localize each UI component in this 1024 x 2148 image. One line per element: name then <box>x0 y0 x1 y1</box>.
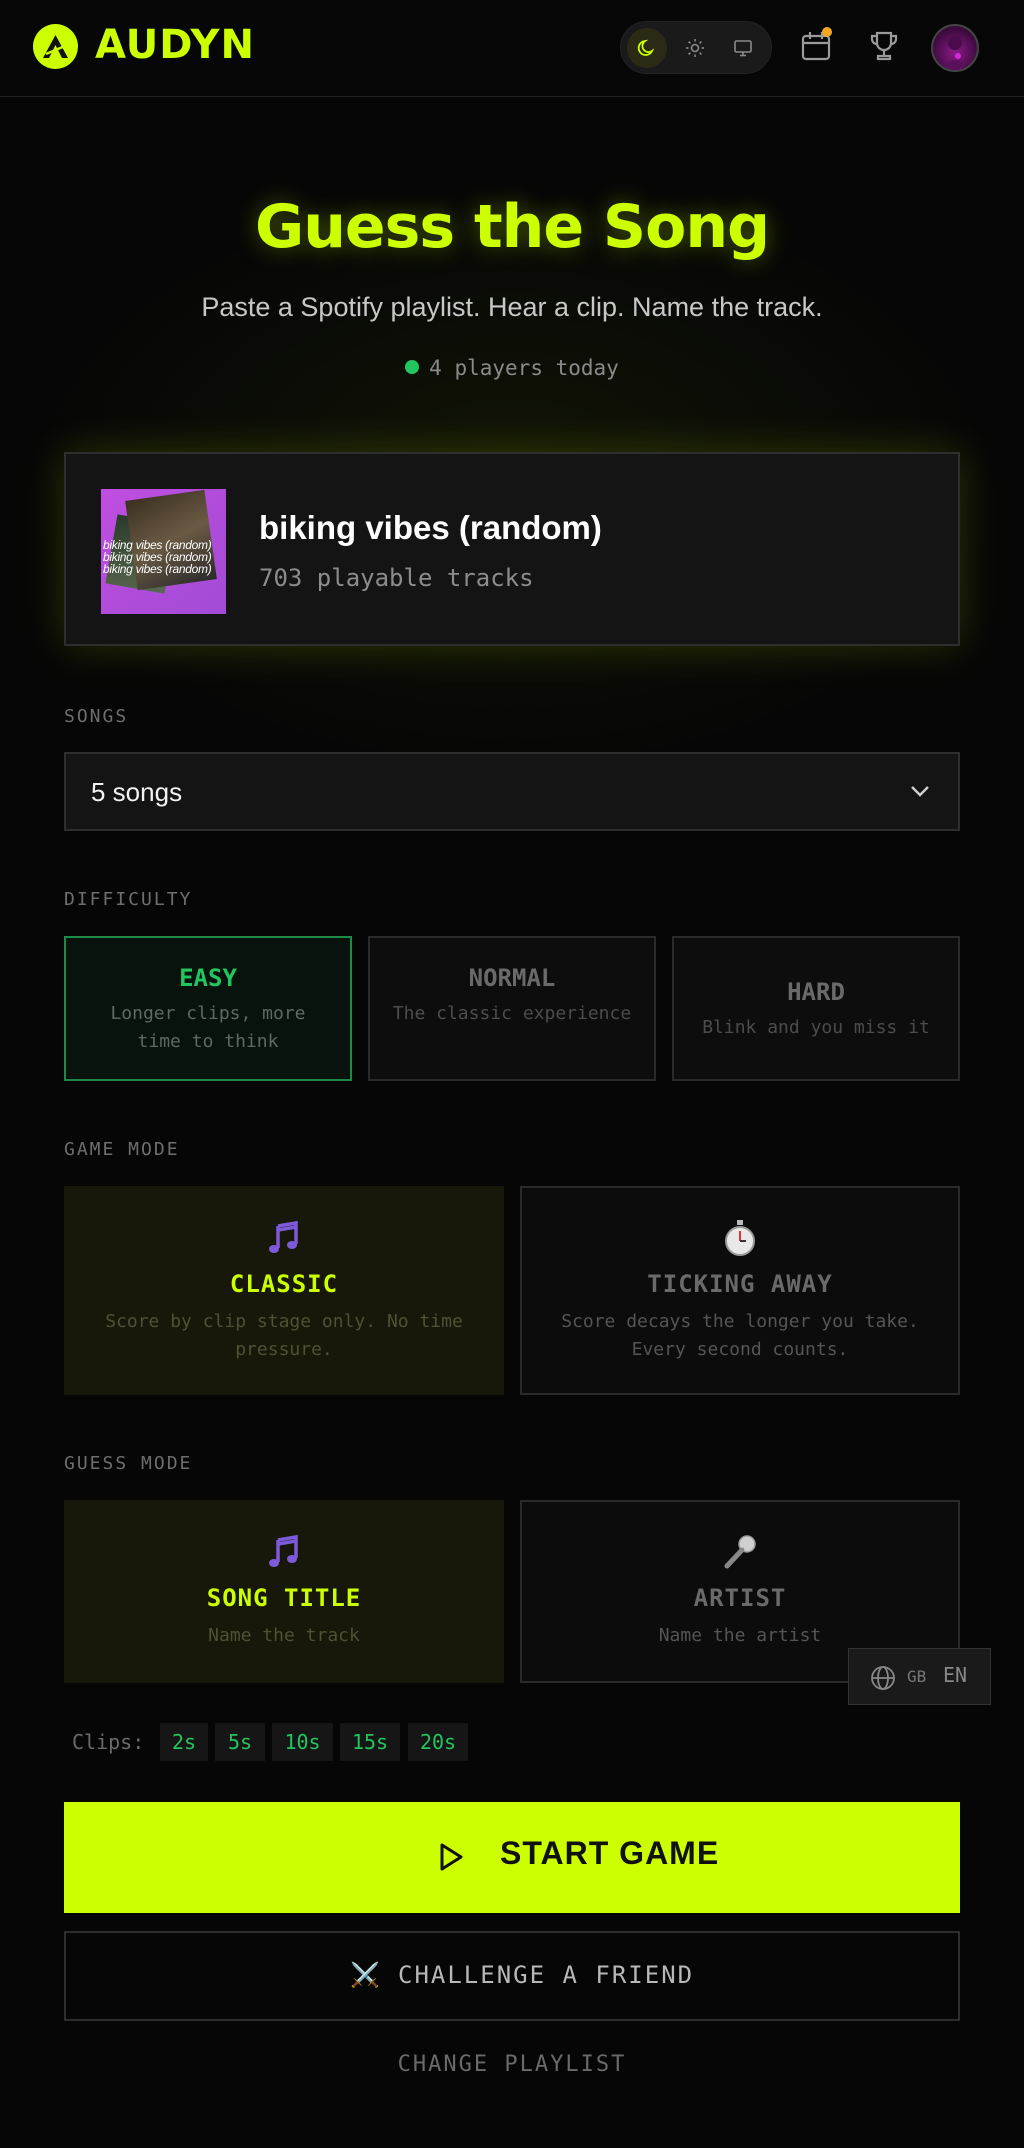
music-note-icon <box>266 1534 302 1570</box>
songs-select-value: 5 songs <box>91 777 183 807</box>
chevron-down-icon <box>911 786 929 797</box>
difficulty-title: NORMAL <box>468 964 556 992</box>
dark-mode-icon[interactable] <box>627 28 667 68</box>
app-name[interactable]: AUDYN <box>95 22 255 68</box>
trophy-icon[interactable] <box>866 28 902 64</box>
logo-icon[interactable] <box>33 24 78 69</box>
clips-label: Clips: <box>72 1730 145 1754</box>
guess-mode-title: SONG TITLE <box>206 1584 362 1612</box>
playlist-card: biking vibes (random) biking vibes (rand… <box>64 452 960 646</box>
calendar-icon[interactable] <box>798 27 834 64</box>
language-flag: GB <box>907 1667 927 1686</box>
page-title: Guess the Song <box>254 192 770 262</box>
game-mode-label: GAME MODE <box>64 1139 180 1160</box>
game-mode-title: TICKING AWAY <box>647 1270 833 1298</box>
guess-mode-label: GUESS MODE <box>64 1453 193 1474</box>
game-mode-ticking-away[interactable]: TICKING AWAY Score decays the longer you… <box>520 1186 960 1395</box>
microphone-icon <box>724 1535 756 1569</box>
start-game-button[interactable]: START GAME <box>64 1802 960 1913</box>
online-status-dot <box>405 360 420 374</box>
page-subtitle: Paste a Spotify playlist. Hear a clip. N… <box>201 292 823 322</box>
difficulty-label: DIFFICULTY <box>64 889 193 910</box>
language-switcher[interactable]: GB EN <box>848 1648 991 1705</box>
challenge-friend-label: CHALLENGE A FRIEND <box>398 1961 695 1989</box>
playlist-track-count: 703 playable tracks <box>259 564 534 592</box>
game-mode-desc: Score decays the longer you take. Every … <box>561 1311 919 1360</box>
playlist-name: biking vibes (random) <box>259 509 602 546</box>
crossed-swords-icon: ⚔️ <box>350 1962 380 1989</box>
music-note-icon <box>266 1220 302 1256</box>
difficulty-normal[interactable]: NORMAL The classic experience <box>368 936 656 1081</box>
difficulty-easy[interactable]: EASY Longer clips, more time to think <box>64 936 352 1081</box>
difficulty-hard[interactable]: HARD Blink and you miss it <box>672 936 960 1081</box>
clip-length-chip: 5s <box>215 1723 265 1761</box>
clip-length-chip: 20s <box>408 1723 468 1761</box>
difficulty-title: HARD <box>787 978 845 1006</box>
guess-mode-desc: Name the track <box>208 1625 360 1646</box>
guess-mode-song-title[interactable]: SONG TITLE Name the track <box>64 1500 504 1683</box>
language-label: EN <box>943 1663 968 1687</box>
play-icon <box>440 1843 463 1871</box>
game-mode-classic[interactable]: CLASSIC Score by clip stage only. No tim… <box>64 1186 504 1395</box>
notification-dot <box>822 27 832 37</box>
players-today-text: 4 players today <box>429 356 619 380</box>
difficulty-desc: The classic experience <box>392 1003 632 1024</box>
globe-icon <box>871 1666 895 1690</box>
clip-length-chip: 15s <box>340 1723 400 1761</box>
theme-toggle <box>620 21 772 74</box>
songs-label: SONGS <box>64 706 129 727</box>
start-game-label: START GAME <box>500 1835 720 1871</box>
difficulty-desc: Longer clips, more time to think <box>110 1003 306 1052</box>
light-mode-icon[interactable] <box>675 28 715 68</box>
difficulty-title: EASY <box>179 964 237 992</box>
guess-mode-desc: Name the artist <box>658 1625 822 1646</box>
players-today: 4 players today <box>0 356 1024 380</box>
game-mode-title: CLASSIC <box>229 1270 339 1298</box>
game-mode-desc: Score by clip stage only. No time pressu… <box>105 1311 463 1360</box>
avatar[interactable] <box>931 24 979 72</box>
system-mode-icon[interactable] <box>723 28 763 68</box>
clip-length-chip: 2s <box>160 1723 208 1761</box>
challenge-friend-button[interactable]: ⚔️ CHALLENGE A FRIEND <box>64 1931 960 2021</box>
clip-length-chip: 10s <box>272 1723 333 1761</box>
difficulty-desc: Blink and you miss it <box>702 1017 930 1038</box>
songs-select[interactable]: 5 songs <box>64 752 960 831</box>
top-bar: AUDYN <box>0 0 1024 97</box>
guess-mode-title: ARTIST <box>693 1584 787 1612</box>
playlist-cover: biking vibes (random) biking vibes (rand… <box>101 489 226 614</box>
change-playlist-link[interactable]: CHANGE PLAYLIST <box>0 2052 1024 2077</box>
stopwatch-icon <box>725 1220 755 1256</box>
